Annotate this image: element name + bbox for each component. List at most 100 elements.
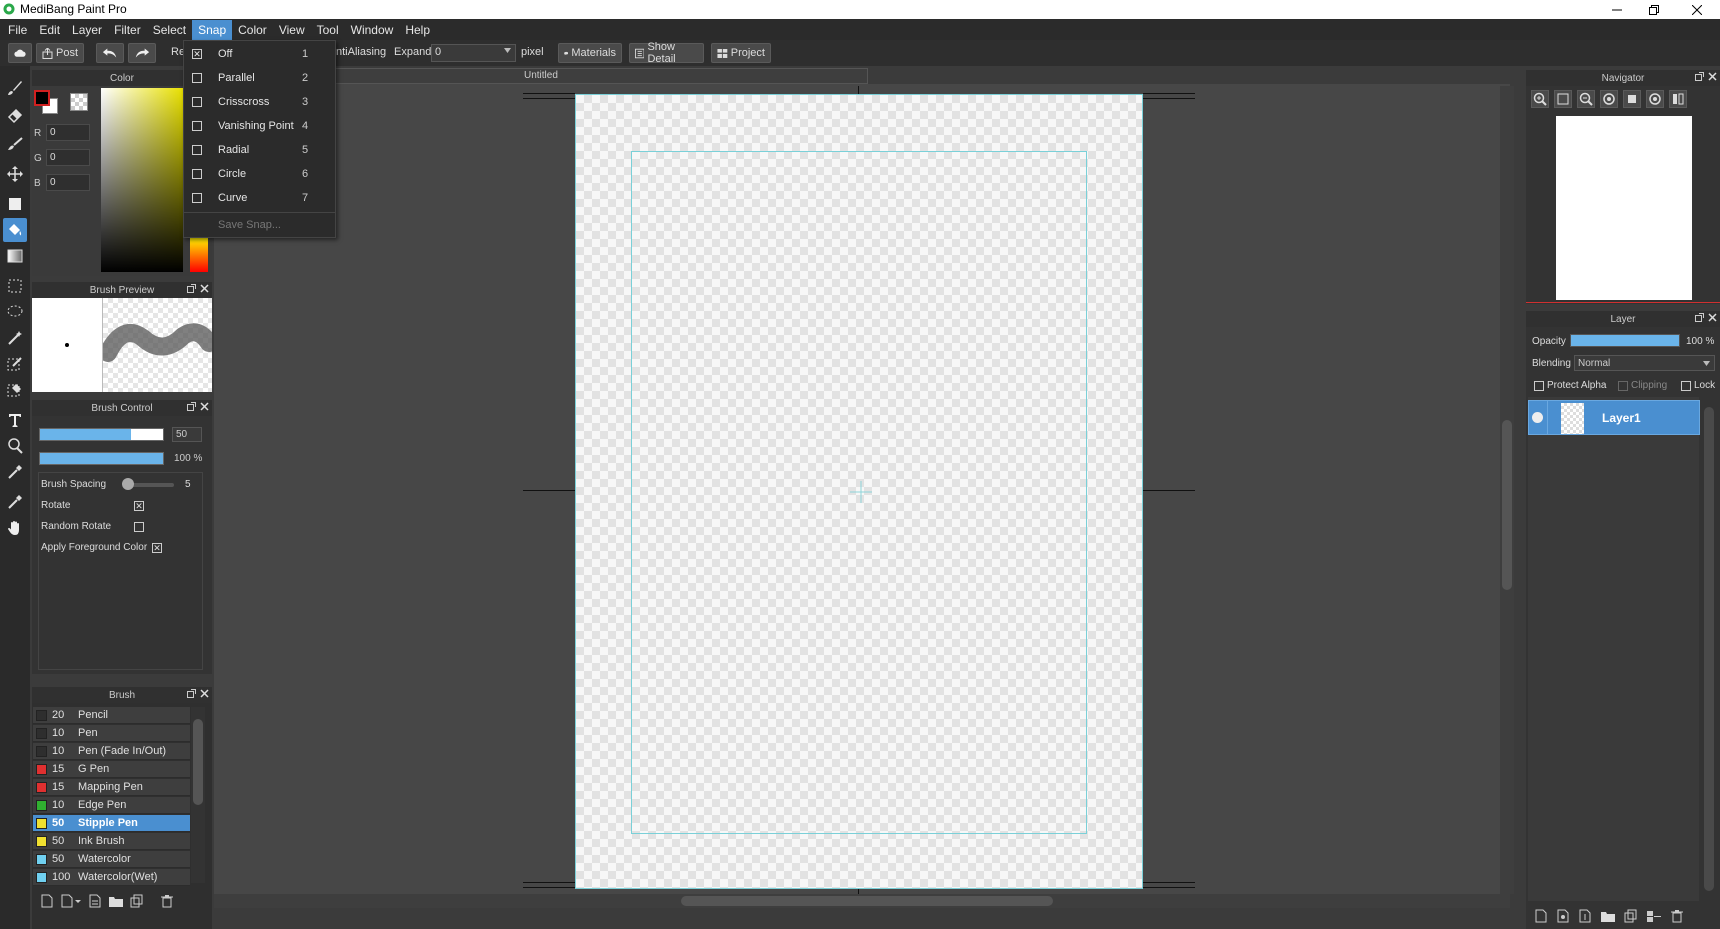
folder-icon[interactable] [108, 894, 124, 908]
close-icon[interactable] [200, 284, 209, 293]
brush-item[interactable]: 100 Watercolor(Wet) [33, 869, 190, 886]
bucket-tool[interactable] [3, 218, 27, 242]
snap-circle-item[interactable]: Circle 6 [184, 163, 335, 185]
close-icon[interactable] [1708, 72, 1717, 81]
layer-folder-icon[interactable] [1600, 909, 1616, 923]
select-eraser-tool[interactable] [3, 378, 27, 402]
reset-view-icon[interactable] [1623, 90, 1641, 108]
canvas-paper[interactable] [575, 94, 1143, 889]
snap-crisscross-item[interactable]: Crisscross 3 [184, 91, 335, 113]
snap-parallel-item[interactable]: Parallel 2 [184, 67, 335, 89]
brush-opacity-slider[interactable] [39, 452, 164, 465]
trash-icon[interactable] [160, 894, 174, 908]
menu-filter[interactable]: Filter [108, 20, 147, 40]
project-button[interactable]: Project [711, 43, 771, 63]
menu-snap[interactable]: Snap [192, 19, 233, 40]
menu-view[interactable]: View [273, 20, 311, 40]
saturation-value-picker[interactable] [101, 88, 183, 272]
rotate-right-icon[interactable] [1646, 90, 1664, 108]
undo-button[interactable] [96, 43, 124, 63]
snap-vanishing-point-item[interactable]: Vanishing Point 4 [184, 115, 335, 137]
eraser-tool[interactable] [3, 104, 27, 128]
layer-row-layer1[interactable]: Layer1 [1528, 400, 1700, 435]
brush-spacing-handle[interactable] [122, 478, 134, 490]
close-icon[interactable] [200, 689, 209, 698]
brush-tool[interactable] [3, 76, 27, 100]
speech-balloon-tool[interactable] [3, 434, 27, 458]
foreground-color-swatch[interactable] [34, 90, 50, 106]
brush-item[interactable]: 50 Watercolor [33, 851, 190, 868]
show-detail-button[interactable]: Show Detail [629, 41, 704, 65]
snap-curve-item[interactable]: Curve 7 [184, 187, 335, 209]
color-picker-tool[interactable] [3, 490, 27, 514]
save-snap-item[interactable]: Save Snap... [184, 214, 335, 236]
select-pen-tool[interactable] [3, 352, 27, 376]
select-tool[interactable] [3, 274, 27, 298]
hue-slider[interactable] [190, 236, 208, 272]
merge-layer-icon[interactable] [1646, 909, 1662, 923]
blending-select[interactable]: Normal [1574, 355, 1715, 371]
clipping-checkbox[interactable] [1618, 381, 1628, 391]
new-layer-icon[interactable] [1534, 909, 1548, 923]
menu-window[interactable]: Window [345, 20, 400, 40]
layer-list-scrollbar[interactable] [1702, 397, 1716, 901]
rotate-checkbox[interactable]: ✕ [134, 501, 144, 511]
new-brush-icon[interactable] [40, 894, 54, 908]
new-halftone-layer-icon[interactable] [1556, 909, 1570, 923]
lasso-tool[interactable] [3, 300, 27, 324]
snap-off-item[interactable]: ✕ Off 1 [184, 43, 335, 65]
redo-button[interactable] [128, 43, 156, 63]
r-input[interactable]: 0 [46, 124, 90, 141]
menu-edit[interactable]: Edit [33, 20, 66, 40]
menu-select[interactable]: Select [147, 20, 192, 40]
brush-item[interactable]: 50 Ink Brush [33, 833, 190, 850]
brush-item-selected[interactable]: 50 Stipple Pen [33, 815, 190, 832]
delete-layer-icon[interactable] [1670, 909, 1684, 923]
restore-button[interactable] [1631, 0, 1677, 19]
document-tab[interactable]: Untitled [330, 68, 868, 84]
menu-file[interactable]: File [2, 20, 33, 40]
navigator-preview[interactable] [1526, 113, 1720, 303]
close-window-button[interactable] [1674, 0, 1720, 19]
add-brush-dropdown-icon[interactable] [60, 894, 82, 908]
brush-settings-icon[interactable] [88, 894, 102, 908]
brush-item[interactable]: 10 Pen (Fade In/Out) [33, 743, 190, 760]
new-1bit-layer-icon[interactable] [1578, 909, 1592, 923]
magic-wand-tool[interactable] [3, 326, 27, 350]
antialiasing-label[interactable]: ntiAliasing [336, 46, 386, 58]
zoom-in-icon[interactable] [1531, 90, 1549, 108]
brush-item[interactable]: 20 Pencil [33, 707, 190, 724]
zoom-out-icon[interactable] [1577, 90, 1595, 108]
canvas-vertical-scrollbar[interactable] [1500, 86, 1514, 894]
hand-tool[interactable] [3, 516, 27, 540]
random-rotate-checkbox[interactable] [134, 522, 144, 532]
close-icon[interactable] [200, 402, 209, 411]
brush-list-scroll-thumb[interactable] [193, 719, 203, 805]
brush-stroke-tool[interactable] [3, 132, 27, 156]
rotate-left-icon[interactable] [1600, 90, 1618, 108]
close-icon[interactable] [1708, 313, 1717, 322]
fit-icon[interactable] [1554, 90, 1572, 108]
brush-size-input[interactable]: 50 [172, 427, 202, 442]
b-input[interactable]: 0 [46, 174, 90, 191]
flip-icon[interactable] [1669, 90, 1687, 108]
text-tool[interactable] [3, 408, 27, 432]
brush-item[interactable]: 15 G Pen [33, 761, 190, 778]
canvas-vertical-scroll-thumb[interactable] [1502, 420, 1512, 590]
apply-fg-color-checkbox[interactable]: ✕ [152, 543, 162, 553]
gradient-tool[interactable] [3, 244, 27, 268]
layer-list-scroll-thumb[interactable] [1704, 407, 1714, 891]
expand-input[interactable]: 0 [431, 44, 516, 62]
eyedropper-tool[interactable] [3, 460, 27, 484]
layer-opacity-slider[interactable] [1570, 334, 1680, 347]
g-input[interactable]: 0 [46, 149, 90, 166]
brush-list-scrollbar[interactable] [191, 707, 205, 883]
brush-item[interactable]: 10 Edge Pen [33, 797, 190, 814]
detach-icon[interactable] [1695, 313, 1704, 322]
duplicate-icon[interactable] [130, 894, 144, 908]
color-swatches[interactable] [34, 90, 58, 114]
eye-icon[interactable] [1532, 412, 1543, 423]
move-tool[interactable] [3, 162, 27, 186]
snap-radial-item[interactable]: Radial 5 [184, 139, 335, 161]
menu-layer[interactable]: Layer [66, 20, 108, 40]
